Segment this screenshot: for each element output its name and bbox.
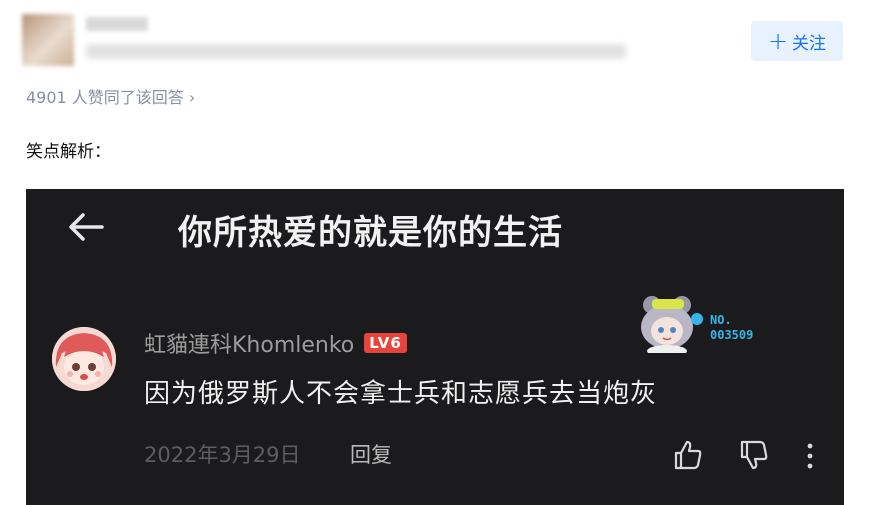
- commenter-username-row: 虹貓連科Khomlenko LV6: [144, 327, 407, 359]
- upvote-count-link[interactable]: 4901 人赞同了该回答 ›: [26, 84, 195, 108]
- back-arrow-icon: [69, 213, 104, 241]
- fan-badge-label: NO.: [710, 313, 732, 327]
- commenter-avatar[interactable]: [52, 327, 116, 391]
- embedded-screenshot[interactable]: 你所热爱的就是你的生活 NO. 003509 虹貓連科Khomlenko LV6…: [26, 189, 844, 505]
- more-options-icon[interactable]: [804, 441, 816, 471]
- reply-button[interactable]: 回复: [350, 439, 392, 469]
- level-badge: LV6: [364, 333, 407, 353]
- page-title: 你所热爱的就是你的生活: [178, 213, 563, 253]
- fan-badge-number: 003509: [710, 328, 754, 342]
- commenter-username[interactable]: 虹貓連科Khomlenko: [144, 327, 354, 359]
- author-bio: [86, 44, 626, 59]
- comment-text: 因为俄罗斯人不会拿士兵和志愿兵去当炮灰: [144, 379, 658, 409]
- comment-date: 2022年3月29日: [144, 443, 301, 467]
- thumbs-down-icon[interactable]: [738, 439, 770, 471]
- follow-button[interactable]: + 关注: [751, 21, 843, 61]
- answer-intro-text: 笑点解析：: [26, 142, 111, 162]
- fan-badge: NO. 003509: [634, 293, 784, 357]
- anime-girl-avatar-icon: [52, 327, 116, 391]
- follow-label: 关注: [792, 33, 827, 54]
- thumbs-up-icon[interactable]: [672, 439, 704, 471]
- author-name[interactable]: [86, 17, 148, 31]
- plus-icon: +: [767, 27, 789, 55]
- anime-mascot-icon: [641, 296, 703, 357]
- author-avatar[interactable]: [22, 14, 74, 66]
